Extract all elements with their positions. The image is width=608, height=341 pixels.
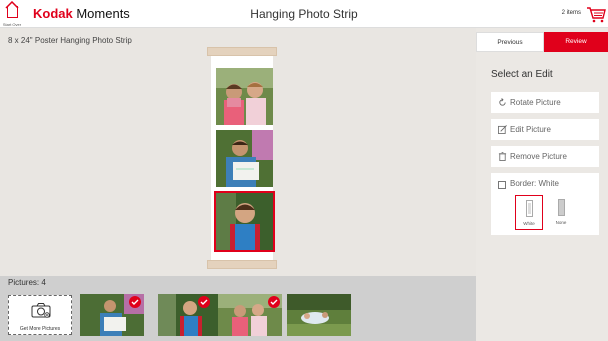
cart-icon[interactable] <box>586 5 606 23</box>
bottom-dowel <box>207 260 277 269</box>
edit-picture-button[interactable]: Edit Picture <box>491 119 599 140</box>
thumbnail-2[interactable] <box>158 294 222 336</box>
start-over-label: Start Over <box>2 22 22 27</box>
rotate-picture-label: Rotate Picture <box>510 98 561 107</box>
edit-picture-label: Edit Picture <box>510 125 551 134</box>
thumbnail-4[interactable] <box>287 294 351 336</box>
top-dowel <box>207 47 277 56</box>
border-none-option[interactable]: None <box>547 195 575 230</box>
strip-photo-3[interactable] <box>214 191 275 252</box>
strip-paper <box>211 56 275 260</box>
pictures-count: Pictures: 4 <box>8 278 46 287</box>
selected-check-icon <box>268 296 280 308</box>
strip-photo-1[interactable] <box>216 68 273 125</box>
product-title: 8 x 24" Poster Hanging Photo Strip <box>8 36 132 45</box>
border-label: Border: White <box>510 179 559 188</box>
cart-count[interactable]: 2 items <box>562 10 581 16</box>
border-icon <box>498 181 506 189</box>
camera-plus-icon <box>31 303 51 318</box>
remove-picture-label: Remove Picture <box>510 152 567 161</box>
border-white-option[interactable]: White <box>515 195 543 230</box>
top-bar: Start Over Kodak Moments Hanging Photo S… <box>0 0 608 28</box>
rotate-icon <box>499 98 506 106</box>
border-white-label: White <box>523 221 535 226</box>
rotate-picture-button[interactable]: Rotate Picture <box>491 92 599 113</box>
previous-button[interactable]: Previous <box>476 32 544 52</box>
remove-picture-button[interactable]: Remove Picture <box>491 146 599 167</box>
edit-icon <box>498 125 507 134</box>
border-options: Border: White White None <box>491 173 599 235</box>
get-more-pictures-button[interactable]: Get More Pictures <box>8 295 72 335</box>
trash-icon <box>498 152 507 161</box>
selected-check-icon <box>198 296 210 308</box>
select-edit-heading: Select an Edit <box>491 69 553 80</box>
border-none-swatch <box>557 199 565 216</box>
page-title: Hanging Photo Strip <box>250 7 358 21</box>
selected-check-icon <box>129 296 141 308</box>
border-white-swatch <box>525 200 533 217</box>
photo-strip-preview <box>207 47 277 269</box>
review-button[interactable]: Review <box>544 32 608 52</box>
strip-photo-2[interactable] <box>216 130 273 187</box>
border-none-label: None <box>555 220 567 225</box>
get-more-pictures-label: Get More Pictures <box>19 326 61 332</box>
